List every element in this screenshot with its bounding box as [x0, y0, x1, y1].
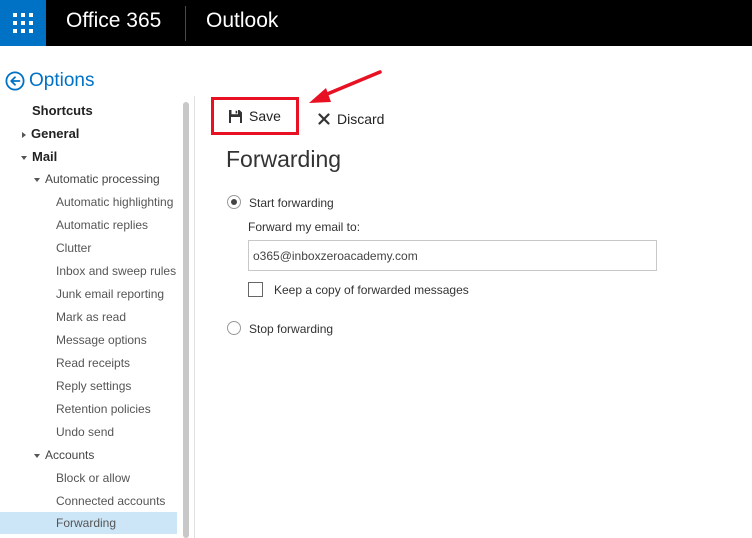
nav-item-label: Accounts — [45, 448, 95, 462]
app-title[interactable]: Outlook — [206, 9, 278, 33]
nav-item-reply-settings[interactable]: Reply settings — [56, 376, 131, 397]
nav-item-mail[interactable]: Mail — [21, 146, 57, 167]
nav-item-label: Automatic processing — [45, 172, 160, 186]
nav-item-accounts[interactable]: Accounts — [34, 445, 94, 466]
nav-item-label: Undo send — [56, 425, 115, 439]
nav-item-mark-as-read[interactable]: Mark as read — [56, 307, 126, 328]
start-forwarding-label[interactable]: Start forwarding — [249, 196, 334, 210]
nav-item-block-or-allow[interactable]: Block or allow — [56, 468, 130, 489]
nav-item-read-receipts[interactable]: Read receipts — [56, 353, 130, 374]
nav-item-label: General — [31, 126, 80, 141]
nav-item-label: Retention policies — [56, 402, 151, 416]
nav-item-label: Read receipts — [56, 356, 131, 370]
nav-item-label: Automatic highlighting — [56, 195, 174, 209]
nav-item-junk-email-reporting[interactable]: Junk email reporting — [56, 284, 164, 305]
page-title: Forwarding — [226, 146, 342, 172]
expand-icon[interactable] — [22, 131, 26, 138]
stop-forwarding-radio[interactable] — [227, 321, 241, 335]
nav-item-shortcuts[interactable]: Shortcuts — [32, 100, 93, 121]
nav-item-forwarding[interactable]: Forwarding — [0, 512, 177, 534]
nav-item-inbox-sweep-rules[interactable]: Inbox and sweep rules — [56, 261, 176, 282]
collapse-icon[interactable] — [21, 155, 27, 160]
nav-item-retention-policies[interactable]: Retention policies — [56, 399, 151, 420]
stop-forwarding-label[interactable]: Stop forwarding — [249, 322, 333, 336]
keep-copy-label[interactable]: Keep a copy of forwarded messages — [274, 283, 469, 297]
forward-to-label: Forward my email to: — [248, 220, 361, 234]
nav-item-label: Forwarding — [56, 516, 117, 530]
save-label: Save — [249, 108, 281, 124]
nav-item-undo-send[interactable]: Undo send — [56, 422, 114, 443]
nav-item-label: Mark as read — [56, 310, 127, 324]
app-launcher-icon[interactable] — [0, 0, 46, 46]
annotation-arrow-icon — [309, 70, 382, 103]
back-arrow-icon — [5, 71, 25, 91]
options-title: Options — [29, 70, 95, 91]
forward-email-input[interactable] — [248, 240, 657, 271]
nav-item-label: Message options — [56, 333, 147, 347]
nav-scrollbar[interactable] — [183, 102, 189, 538]
discard-label: Discard — [337, 111, 385, 127]
nav-item-automatic-highlighting[interactable]: Automatic highlighting — [56, 192, 173, 213]
nav-item-connected-accounts[interactable]: Connected accounts — [56, 491, 165, 512]
pane-divider — [194, 96, 195, 538]
brand-title[interactable]: Office 365 — [66, 9, 161, 33]
discard-button[interactable]: Discard — [318, 108, 384, 130]
close-icon — [318, 113, 330, 125]
header-divider — [185, 6, 186, 41]
nav-item-label: Block or allow — [56, 471, 131, 485]
start-forwarding-radio[interactable] — [227, 195, 241, 209]
nav-item-label: Connected accounts — [56, 494, 166, 508]
nav-item-label: Reply settings — [56, 379, 132, 393]
nav-item-label: Shortcuts — [32, 103, 93, 118]
options-back-link[interactable]: Options — [5, 69, 94, 93]
keep-copy-checkbox[interactable] — [248, 282, 263, 297]
nav-item-label: Automatic replies — [56, 218, 149, 232]
nav-item-clutter[interactable]: Clutter — [56, 238, 91, 259]
nav-item-automatic-processing[interactable]: Automatic processing — [34, 169, 160, 190]
save-icon — [229, 109, 242, 123]
radio-selected-dot — [231, 199, 237, 205]
nav-item-label: Inbox and sweep rules — [56, 264, 177, 278]
nav-item-general[interactable]: General — [22, 123, 79, 144]
nav-item-label: Mail — [32, 149, 58, 164]
nav-item-message-options[interactable]: Message options — [56, 330, 147, 351]
nav-item-automatic-replies[interactable]: Automatic replies — [56, 215, 148, 236]
collapse-icon[interactable] — [34, 177, 40, 182]
nav-item-label: Junk email reporting — [56, 287, 165, 301]
collapse-icon[interactable] — [34, 453, 40, 458]
nav-item-label: Clutter — [56, 241, 92, 255]
save-button[interactable]: Save — [211, 97, 299, 135]
top-bar: Office 365 Outlook — [0, 0, 752, 46]
